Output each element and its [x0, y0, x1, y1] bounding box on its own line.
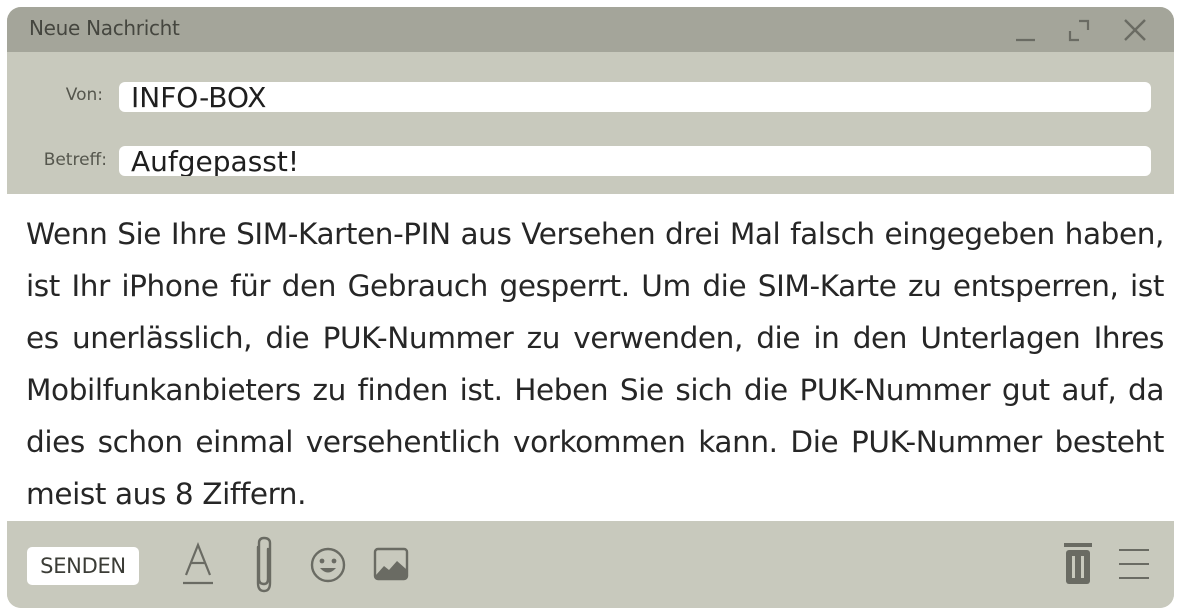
image-icon	[373, 547, 409, 581]
delete-button[interactable]	[1061, 541, 1095, 587]
menu-icon	[1119, 549, 1149, 579]
insert-image-button[interactable]	[373, 547, 409, 581]
message-body-area[interactable]: Wenn Sie Ihre SIM-Karten-PIN aus Versehe…	[7, 194, 1174, 521]
close-icon	[1124, 19, 1146, 41]
message-header: Von: INFO-BOX Betreff: Aufgepasst!	[7, 52, 1174, 194]
attach-button[interactable]	[248, 535, 280, 595]
text-format-icon	[183, 542, 213, 585]
trash-icon	[1064, 543, 1092, 584]
emoji-icon	[310, 547, 346, 583]
paperclip-icon	[256, 536, 272, 593]
subject-field[interactable]: Aufgepasst!	[119, 146, 1151, 176]
bottom-toolbar: SENDEN	[7, 521, 1174, 608]
text-format-button[interactable]	[181, 541, 215, 587]
from-label: Von:	[65, 85, 103, 105]
send-button[interactable]: SENDEN	[27, 547, 139, 585]
emoji-button[interactable]	[309, 546, 347, 584]
expand-icon	[1068, 19, 1090, 42]
menu-button[interactable]	[1117, 546, 1151, 582]
message-body[interactable]: Wenn Sie Ihre SIM-Karten-PIN aus Versehe…	[26, 208, 1164, 520]
close-button[interactable]	[1120, 15, 1150, 45]
compose-window: Neue Nachricht Von: INFO-BOX Betreff: Au…	[7, 7, 1174, 608]
window-title: Neue Nachricht	[29, 16, 180, 40]
subject-label: Betreff:	[43, 150, 107, 170]
minimize-button[interactable]	[1011, 15, 1041, 45]
maximize-button[interactable]	[1064, 15, 1094, 45]
from-field[interactable]: INFO-BOX	[119, 82, 1151, 112]
title-bar: Neue Nachricht	[7, 7, 1174, 52]
minimize-icon	[1016, 38, 1035, 42]
